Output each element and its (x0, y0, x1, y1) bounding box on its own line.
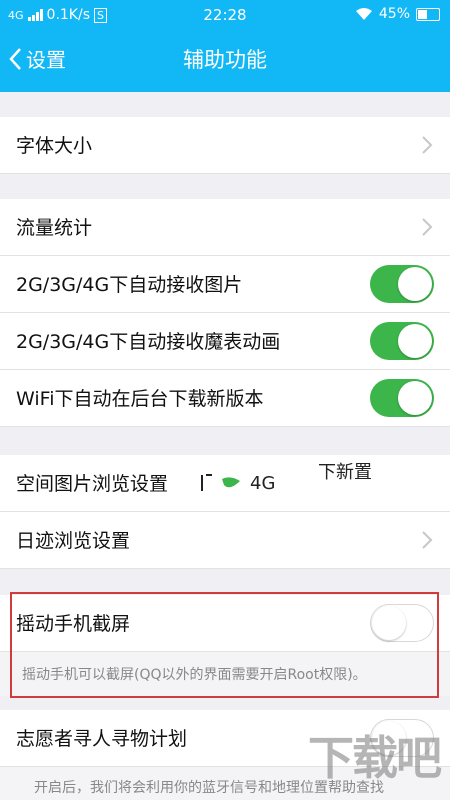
wifi-icon (355, 8, 372, 20)
toggle-knob (398, 381, 432, 415)
page-title: 辅助功能 (183, 48, 267, 72)
row-wifi-auto-update: WiFi下自动在后台下载新版本 (0, 370, 450, 427)
overlay-mark (200, 471, 244, 498)
toggle-switch[interactable] (370, 322, 434, 360)
row-diary-settings[interactable]: 日迹浏览设置 (0, 512, 450, 569)
glitch-icon (201, 474, 240, 491)
row-label: 流量统计 (16, 217, 93, 239)
row-label: 空间图片浏览设置 (16, 473, 169, 495)
chevron-right-icon (422, 136, 433, 154)
top-bar: 4G 0.1K/s S 22:28 45% 设置 辅助功能 (0, 0, 450, 92)
overlay-mid-text: 4G (250, 473, 276, 494)
row-auto-receive-animations: 2G/3G/4G下自动接收魔表动画 (0, 313, 450, 370)
row-label: 日迹浏览设置 (16, 530, 131, 552)
toggle-knob (398, 267, 432, 301)
row-label: 字体大小 (16, 135, 93, 157)
chevron-right-icon (422, 218, 433, 236)
highlight-box (10, 592, 439, 698)
toggle-switch[interactable] (370, 265, 434, 303)
toggle-knob (398, 324, 432, 358)
chevron-right-icon (422, 531, 433, 549)
toggle-switch[interactable] (370, 379, 434, 417)
row-label: 2G/3G/4G下自动接收魔表动画 (16, 331, 281, 353)
row-label: WiFi下自动在后台下载新版本 (16, 388, 264, 410)
nav-bar: 设置 辅助功能 (0, 30, 450, 90)
watermark-logo: 下载吧 (308, 731, 442, 785)
row-traffic-stats[interactable]: 流量统计 (0, 199, 450, 256)
battery-percent: 45% (378, 6, 410, 22)
row-auto-receive-images: 2G/3G/4G下自动接收图片 (0, 256, 450, 313)
row-label: 志愿者寻人寻物计划 (16, 728, 188, 750)
row-label: 2G/3G/4G下自动接收图片 (16, 274, 243, 296)
status-bar: 4G 0.1K/s S 22:28 45% (0, 0, 450, 30)
battery-icon (416, 7, 440, 21)
row-space-image-settings[interactable]: 空间图片浏览设置 4G (0, 455, 450, 512)
overlay-top-text: 下新置 (318, 462, 372, 483)
row-font-size[interactable]: 字体大小 (0, 117, 450, 174)
